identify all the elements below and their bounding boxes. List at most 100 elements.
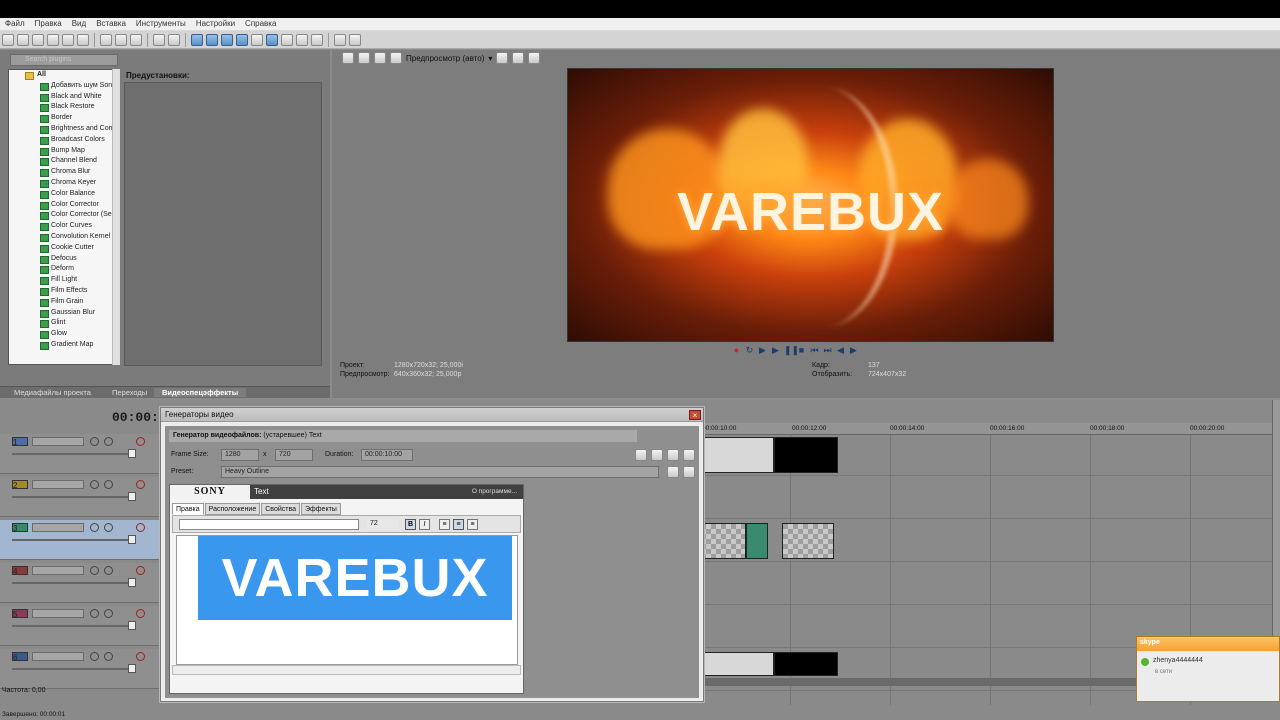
track-header[interactable]: 6 — [0, 649, 160, 689]
video-clip[interactable] — [700, 437, 774, 473]
track-name-field[interactable] — [32, 652, 84, 661]
mute-icon[interactable] — [136, 437, 145, 446]
prev-frame-icon[interactable]: ◀ — [836, 345, 845, 355]
save-icon[interactable] — [32, 33, 44, 46]
preview-mode-select[interactable]: Предпросмотр (авто) — [406, 54, 484, 63]
tree-item[interactable]: Glint — [9, 318, 119, 329]
menu-file[interactable]: Файл — [0, 18, 30, 30]
track-motion-icon[interactable] — [90, 652, 99, 661]
menu-options[interactable]: Настройки — [191, 18, 240, 30]
tree-item[interactable]: Bump Map — [9, 146, 119, 157]
italic-button[interactable]: I — [419, 519, 430, 530]
tab-properties[interactable]: Свойства — [261, 503, 300, 515]
track-header[interactable]: 5 — [0, 606, 160, 646]
align-left-icon[interactable]: ≡ — [439, 519, 450, 530]
video-clip[interactable] — [774, 652, 838, 676]
font-select[interactable] — [179, 519, 359, 530]
track-name-field[interactable] — [32, 523, 84, 532]
track-fx-icon[interactable] — [104, 480, 113, 489]
tree-item[interactable]: Film Grain — [9, 297, 119, 308]
align-right-icon[interactable]: ≡ — [467, 519, 478, 530]
font-size-select[interactable]: 72 — [367, 519, 399, 530]
stop-icon[interactable]: ■ — [797, 345, 806, 355]
paste-icon[interactable] — [130, 33, 142, 46]
track-fx-icon[interactable] — [104, 523, 113, 532]
overlays-icon[interactable] — [496, 52, 509, 64]
properties-icon[interactable] — [77, 33, 89, 46]
track-name-field[interactable] — [32, 437, 84, 446]
level-slider-thumb[interactable] — [128, 535, 136, 544]
tree-item[interactable]: Color Corrector (Secondary) — [9, 210, 119, 221]
auto-crossfade-icon[interactable] — [281, 33, 293, 46]
about-link[interactable]: О программе... — [472, 485, 517, 499]
tree-item[interactable]: Channel Blend — [9, 156, 119, 167]
undo-icon[interactable] — [153, 33, 165, 46]
track-lane[interactable] — [700, 520, 1272, 562]
preview-quality-icon[interactable] — [390, 52, 402, 64]
cut-icon[interactable] — [100, 33, 112, 46]
preset-select[interactable]: Heavy Outline — [221, 466, 659, 478]
track-fx-icon[interactable] — [104, 437, 113, 446]
split-icon[interactable] — [334, 33, 346, 46]
tree-item[interactable]: Glow — [9, 329, 119, 340]
mute-icon[interactable] — [136, 609, 145, 618]
copy-icon[interactable] — [115, 33, 127, 46]
plugin-tree[interactable]: All Добавить шум Sony Black and White Bl… — [8, 69, 120, 365]
normal-edit-tool-icon[interactable] — [191, 33, 203, 46]
bold-button[interactable]: B — [405, 519, 416, 530]
video-clip[interactable] — [700, 652, 774, 676]
loop-icon[interactable]: ↻ — [745, 345, 754, 355]
mute-icon[interactable] — [136, 480, 145, 489]
chevron-down-icon[interactable]: ▾ — [488, 54, 492, 63]
tab-project-media[interactable]: Медиафайлы проекта — [14, 388, 91, 397]
snapping-icon[interactable] — [266, 33, 278, 46]
save-snapshot-icon[interactable] — [528, 52, 541, 64]
envelope-tool-icon[interactable] — [206, 33, 218, 46]
close-icon[interactable]: × — [689, 410, 701, 420]
tab-edit[interactable]: Правка — [172, 503, 204, 515]
tree-item[interactable]: Gradient Map — [9, 340, 119, 351]
next-frame-icon[interactable]: ▶ — [849, 345, 858, 355]
tree-item[interactable]: Border — [9, 113, 119, 124]
mute-icon[interactable] — [136, 523, 145, 532]
mute-icon[interactable] — [136, 566, 145, 575]
save-preset-icon[interactable] — [667, 449, 679, 461]
frame-height-input[interactable]: 720 — [275, 449, 313, 461]
play-icon[interactable]: ▶ — [771, 345, 780, 355]
track-name-field[interactable] — [32, 566, 84, 575]
level-slider[interactable] — [12, 453, 132, 455]
selection-tool-icon[interactable] — [221, 33, 233, 46]
track-motion-icon[interactable] — [90, 523, 99, 532]
level-slider-thumb[interactable] — [128, 578, 136, 587]
go-to-end-icon[interactable]: ⏭ — [823, 345, 832, 355]
level-slider[interactable] — [12, 539, 132, 541]
tree-item[interactable]: Black Restore — [9, 102, 119, 113]
track-header[interactable]: 4 — [0, 563, 160, 603]
ignore-grouping-icon[interactable] — [311, 33, 323, 46]
menu-tools[interactable]: Инструменты — [131, 18, 191, 30]
tree-item[interactable]: Deform — [9, 264, 119, 275]
track-motion-icon[interactable] — [90, 480, 99, 489]
video-clip[interactable] — [774, 437, 838, 473]
tree-item[interactable]: Color Balance — [9, 189, 119, 200]
track-motion-icon[interactable] — [90, 437, 99, 446]
text-clip[interactable] — [782, 523, 834, 559]
tree-item[interactable]: Black and White — [9, 92, 119, 103]
help-icon[interactable] — [635, 449, 647, 461]
open-icon[interactable] — [17, 33, 29, 46]
level-slider-thumb[interactable] — [128, 621, 136, 630]
tree-item[interactable]: Chroma Blur — [9, 167, 119, 178]
align-center-icon[interactable]: ≡ — [453, 519, 464, 530]
search-plugins-input[interactable]: Search plugins — [10, 54, 118, 66]
level-slider-thumb[interactable] — [128, 664, 136, 673]
tree-item[interactable]: Film Effects — [9, 286, 119, 297]
track-lane[interactable] — [700, 563, 1272, 605]
level-slider[interactable] — [12, 582, 132, 584]
level-slider[interactable] — [12, 668, 132, 670]
track-fx-icon[interactable] — [104, 609, 113, 618]
split-screen-icon[interactable] — [374, 52, 386, 64]
tab-effects[interactable]: Эффекты — [301, 503, 341, 515]
pause-icon[interactable]: ❚❚ — [784, 345, 799, 355]
frame-width-input[interactable]: 1280 — [221, 449, 259, 461]
track-motion-icon[interactable] — [90, 609, 99, 618]
